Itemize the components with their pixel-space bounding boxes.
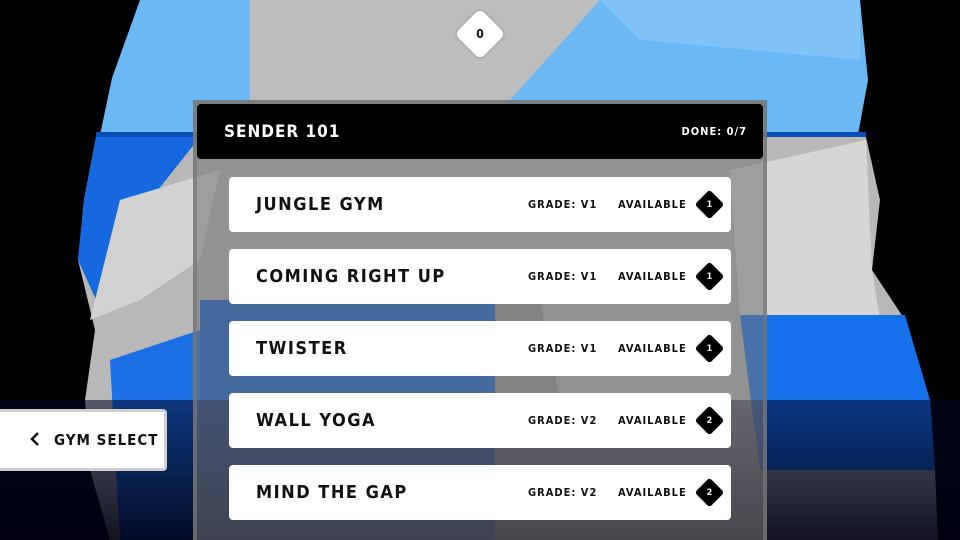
difficulty-badge-value: 1 xyxy=(706,271,713,282)
route-grade: GRADE: V2 xyxy=(528,414,598,427)
route-grade: GRADE: V2 xyxy=(528,486,598,499)
route-item-twister[interactable]: TWISTER GRADE: V1 AVAILABLE 1 xyxy=(229,321,731,376)
gym-select-button[interactable]: GYM SELECT xyxy=(0,409,167,471)
done-progress: DONE: 0/7 xyxy=(681,125,747,138)
difficulty-badge-value: 2 xyxy=(706,415,713,426)
difficulty-badge-value: 1 xyxy=(706,199,713,210)
panel-title: SENDER 101 xyxy=(224,121,341,142)
difficulty-badge: 2 xyxy=(694,477,725,508)
route-item-wall-yoga[interactable]: WALL YOGA GRADE: V2 AVAILABLE 2 xyxy=(229,393,731,448)
difficulty-badge-value: 1 xyxy=(706,343,713,354)
route-name: WALL YOGA xyxy=(256,410,377,431)
route-item-mind-the-gap[interactable]: MIND THE GAP GRADE: V2 AVAILABLE 2 xyxy=(229,465,731,520)
difficulty-badge: 1 xyxy=(694,189,725,220)
route-name: TWISTER xyxy=(256,338,348,359)
route-status: AVAILABLE xyxy=(618,270,687,283)
route-list: JUNGLE GYM GRADE: V1 AVAILABLE 1 COMING … xyxy=(229,177,731,537)
chevron-left-icon xyxy=(30,431,40,450)
score-counter-value: 0 xyxy=(476,27,484,41)
panel-header: SENDER 101 DONE: 0/7 xyxy=(197,104,763,159)
difficulty-badge-value: 2 xyxy=(706,487,713,498)
route-status: AVAILABLE xyxy=(618,198,687,211)
difficulty-badge: 2 xyxy=(694,405,725,436)
route-grade: GRADE: V1 xyxy=(528,198,598,211)
score-counter: 0 xyxy=(454,8,506,60)
route-item-coming-right-up[interactable]: COMING RIGHT UP GRADE: V1 AVAILABLE 1 xyxy=(229,249,731,304)
route-name: MIND THE GAP xyxy=(256,482,408,503)
route-item-jungle-gym[interactable]: JUNGLE GYM GRADE: V1 AVAILABLE 1 xyxy=(229,177,731,232)
route-grade: GRADE: V1 xyxy=(528,342,598,355)
gym-select-label: GYM SELECT xyxy=(54,431,159,449)
route-name: COMING RIGHT UP xyxy=(256,266,446,287)
route-grade: GRADE: V1 xyxy=(528,270,598,283)
route-name: JUNGLE GYM xyxy=(256,194,385,215)
difficulty-badge: 1 xyxy=(694,333,725,364)
difficulty-badge: 1 xyxy=(694,261,725,292)
route-status: AVAILABLE xyxy=(618,414,687,427)
route-status: AVAILABLE xyxy=(618,342,687,355)
route-status: AVAILABLE xyxy=(618,486,687,499)
